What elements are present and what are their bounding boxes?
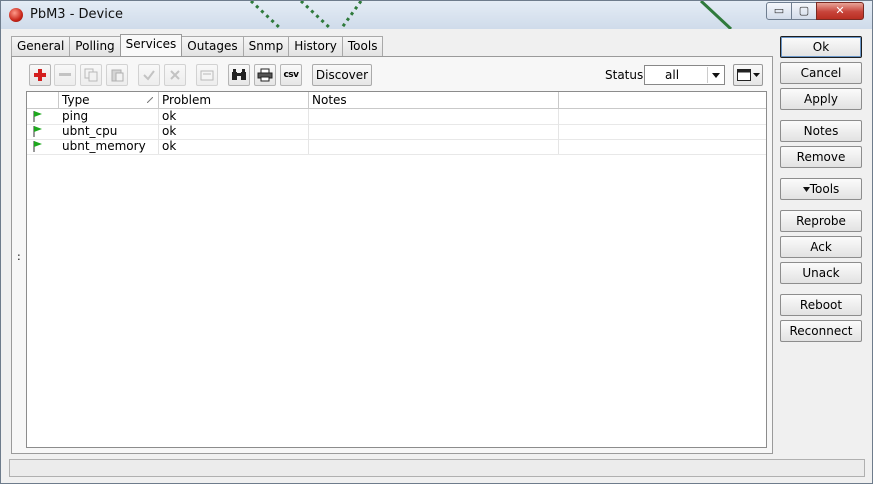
close-button[interactable]: ✕	[816, 2, 864, 20]
disable-button[interactable]	[164, 64, 186, 86]
discover-button[interactable]: Discover	[312, 64, 372, 86]
tab-history[interactable]: History	[288, 36, 343, 56]
minus-icon	[59, 73, 71, 76]
table-row[interactable]: ping ok	[27, 109, 766, 125]
add-button[interactable]	[29, 64, 51, 86]
x-icon	[170, 70, 180, 80]
paste-button[interactable]	[106, 64, 128, 86]
notes-button[interactable]: Notes	[780, 120, 862, 142]
enable-button[interactable]	[138, 64, 160, 86]
maximize-button[interactable]: ▢	[791, 2, 817, 20]
cell-type: ubnt_memory	[59, 139, 159, 154]
print-button[interactable]	[254, 64, 276, 86]
csv-export-button[interactable]: csv	[280, 64, 302, 86]
maximize-icon: ▢	[798, 4, 810, 17]
cell-notes	[309, 124, 559, 139]
binoculars-icon	[232, 69, 246, 80]
cell-problem: ok	[159, 124, 309, 139]
window-icon	[736, 69, 751, 81]
column-chooser-button[interactable]	[733, 64, 763, 86]
plus-icon	[34, 69, 46, 81]
header-flag[interactable]	[27, 92, 59, 108]
tab-polling[interactable]: Polling	[69, 36, 121, 56]
apply-button[interactable]: Apply	[780, 88, 862, 110]
tools-menu-button[interactable]: Tools	[780, 178, 862, 200]
tab-snmp[interactable]: Snmp	[242, 36, 290, 56]
green-flag-icon	[33, 126, 42, 137]
title-bar[interactable]: PbM3 - Device ▭ ▢ ✕	[1, 1, 872, 29]
header-type-label: Type	[62, 93, 90, 107]
sort-icon	[147, 97, 153, 103]
status-select[interactable]: all	[644, 65, 725, 85]
header-notes[interactable]: Notes	[309, 92, 559, 108]
check-icon	[143, 70, 155, 81]
close-icon: ✕	[835, 4, 845, 17]
green-flag-icon	[33, 141, 42, 152]
status-bar	[9, 459, 865, 477]
copy-icon	[84, 68, 98, 82]
header-problem[interactable]: Problem	[159, 92, 309, 108]
tab-general[interactable]: General	[11, 36, 71, 56]
remove-button[interactable]: Remove	[780, 146, 862, 168]
triangle-down-icon	[802, 187, 810, 192]
find-button[interactable]	[228, 64, 250, 86]
reboot-button[interactable]: Reboot	[780, 294, 862, 316]
device-window: PbM3 - Device ▭ ▢ ✕ General Polling Serv…	[0, 0, 873, 484]
paste-icon	[111, 69, 124, 82]
csv-icon: csv	[283, 70, 299, 80]
table-header: Type Problem Notes	[27, 92, 766, 109]
green-flag-icon	[33, 111, 42, 122]
chevron-down-icon	[707, 67, 723, 83]
comment-button[interactable]	[196, 64, 218, 86]
cell-type: ubnt_cpu	[59, 124, 159, 139]
reconnect-button[interactable]: Reconnect	[780, 320, 862, 342]
cell-problem: ok	[159, 139, 309, 154]
status-value: all	[665, 68, 680, 82]
reprobe-button[interactable]: Reprobe	[780, 210, 862, 232]
tools-label: Tools	[809, 182, 840, 196]
ack-button[interactable]: Ack	[780, 236, 862, 258]
splitter-handle[interactable]: :	[17, 250, 21, 263]
ok-button[interactable]: Ok	[780, 36, 862, 58]
table-row[interactable]: ubnt_memory ok	[27, 139, 766, 155]
table-row[interactable]: ubnt_cpu ok	[27, 124, 766, 140]
cell-type: ping	[59, 109, 159, 124]
tab-tools[interactable]: Tools	[341, 36, 384, 56]
cell-notes	[309, 109, 559, 124]
minimize-icon: ▭	[773, 4, 785, 17]
cancel-button[interactable]: Cancel	[780, 62, 862, 84]
tab-outages[interactable]: Outages	[181, 36, 244, 56]
tab-strip: General Polling Services Outages Snmp Hi…	[11, 34, 384, 56]
chevron-down-icon	[752, 73, 760, 77]
cell-problem: ok	[159, 109, 309, 124]
app-logo-icon	[9, 8, 23, 22]
unack-button[interactable]: Unack	[780, 262, 862, 284]
remove-item-button[interactable]	[54, 64, 76, 86]
comment-icon	[200, 70, 214, 81]
header-type[interactable]: Type	[59, 92, 159, 108]
minimize-button[interactable]: ▭	[766, 2, 792, 20]
window-title: PbM3 - Device	[30, 7, 123, 22]
cell-notes	[309, 139, 559, 154]
tab-services[interactable]: Services	[119, 34, 183, 56]
status-label: Status:	[605, 68, 648, 82]
printer-icon	[257, 68, 273, 82]
services-table[interactable]: Type Problem Notes ping ok ubnt_cpu ok u…	[26, 91, 767, 448]
copy-button[interactable]	[80, 64, 102, 86]
